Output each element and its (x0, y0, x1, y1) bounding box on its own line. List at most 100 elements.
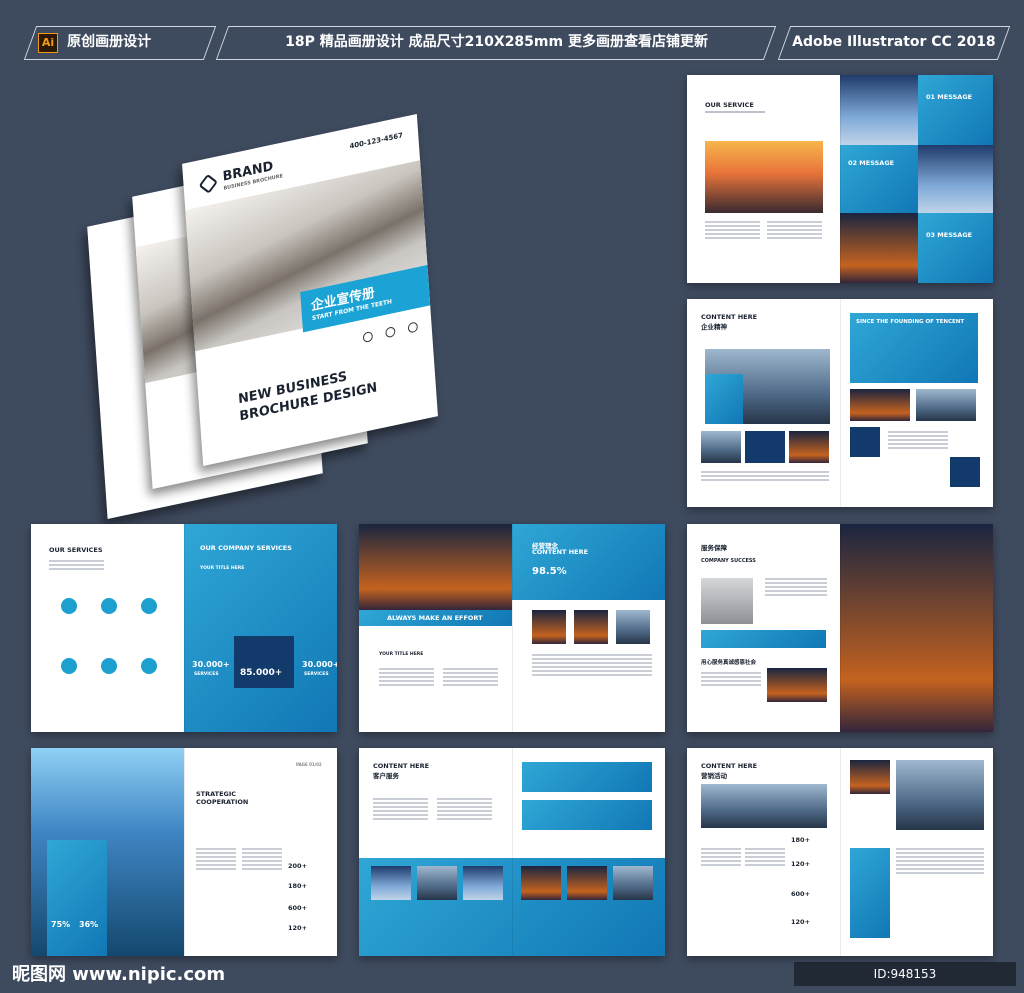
spread-business-philosophy: ALWAYS MAKE AN EFFORT YOUR TITLE HERE 经营… (359, 524, 665, 732)
value-1: 200+ (288, 862, 308, 870)
right-page: OUR COMPANY SERVICES YOUR TITLE HERE 85.… (184, 524, 337, 732)
message-label-3: 03 MESSAGE (926, 231, 973, 239)
header-right-text: Adobe Illustrator CC 2018 (792, 34, 996, 50)
night-city-photo (359, 524, 512, 610)
founding-block: SINCE THE FOUNDING OF TENCENT (850, 313, 978, 383)
header-right-box: Adobe Illustrator CC 2018 (777, 26, 1011, 60)
value-3: 600+ (791, 890, 811, 898)
right-page-aerial-photo (840, 524, 993, 732)
body-text (379, 668, 434, 688)
body-text (705, 221, 760, 241)
spread-cn-title: 客户服务 (373, 772, 399, 780)
location-bar (701, 630, 826, 648)
target-icon (850, 427, 880, 457)
city-photo (767, 668, 827, 702)
spread-our-services: OUR SERVICES OUR COMPANY SERVICES YOUR T… (31, 524, 337, 732)
body-text (242, 848, 282, 872)
spread-strategic-cooperation: 75% 36% PAGE 01/02 STRATEGIC COOPERATION… (31, 748, 337, 956)
value-2: 180+ (288, 882, 308, 890)
body-text (701, 848, 741, 868)
location-icon (362, 330, 374, 344)
body-text (767, 221, 822, 241)
spread-cn-title: 企业精神 (701, 323, 727, 331)
message-block-3: 03 MESSAGE (918, 213, 993, 283)
building-photo (896, 760, 984, 830)
watermark-logo: 昵图网 www.nipic.com (12, 964, 226, 985)
product-photo-2 (417, 866, 457, 900)
message-block-2: 02 MESSAGE (840, 145, 918, 213)
subtitle: YOUR TITLE HERE (379, 652, 424, 657)
caption-block (705, 374, 743, 424)
thumb-3 (789, 431, 829, 463)
product-photo-4 (521, 866, 561, 900)
product-photo-6 (613, 866, 653, 900)
left-page: 服务保障 COMPANY SUCCESS 用心服务真诚感恩社会 (687, 524, 840, 732)
product-photo-3 (463, 866, 503, 900)
header-center-text: 18P 精品画册设计 成品尺寸210X285mm 更多画册查看店铺更新 (284, 34, 708, 50)
body-text (701, 672, 761, 688)
stat-left-label: SERVICES (194, 672, 219, 677)
building-photo (701, 578, 753, 624)
ship-icon (950, 457, 980, 487)
value-4: 120+ (791, 918, 811, 926)
stat-right-label: SERVICES (304, 672, 329, 677)
spread-title: CONTENT HERE (701, 762, 758, 770)
value-1: 180+ (791, 836, 811, 844)
left-page: ALWAYS MAKE AN EFFORT YOUR TITLE HERE (359, 524, 512, 732)
spread-title: CONTENT HERE (701, 313, 758, 321)
spread-title: STRATEGIC COOPERATION (196, 790, 249, 806)
value-3: 600+ (288, 904, 308, 912)
body-text (437, 798, 492, 822)
hexagon-logo-icon (198, 173, 218, 194)
skyline-photo (701, 784, 827, 828)
value-4: 120+ (288, 924, 308, 932)
feature-block-2 (522, 800, 652, 830)
body-text (701, 471, 829, 483)
effort-banner: ALWAYS MAKE AN EFFORT (359, 610, 512, 626)
page-number: PAGE 01/02 (296, 762, 322, 767)
service-icon (101, 658, 117, 674)
illustrator-icon: Ai (38, 33, 58, 53)
service-icon (61, 658, 77, 674)
stat-right: 30.000+ (302, 660, 337, 669)
spread-title: OUR COMPANY SERVICES (200, 544, 292, 552)
thumb-photo (850, 760, 890, 794)
service-icon (141, 658, 157, 674)
body-text (196, 848, 236, 872)
left-page: CONTENT HERE 营销活动 180+ 120+ 600+ 120+ (687, 748, 840, 956)
body-text (532, 654, 652, 678)
service-icon (101, 598, 117, 614)
spread-title: CONTENT HERE (373, 762, 430, 770)
service-icon (141, 598, 157, 614)
left-page: CONTENT HERE 企业精神 (687, 299, 840, 507)
divider (705, 111, 765, 113)
thumb-1 (532, 610, 566, 644)
message-label-1: 01 MESSAGE (926, 93, 973, 101)
header-left-text: 原创画册设计 (67, 34, 152, 50)
spread-marketing: CONTENT HERE 营销活动 180+ 120+ 600+ 120+ (687, 748, 993, 956)
percent-value: 98.5% (532, 566, 567, 577)
value-2: 120+ (791, 860, 811, 868)
left-page: OUR SERVICE (687, 75, 840, 283)
product-photo-1 (371, 866, 411, 900)
spread-our-service: OUR SERVICE 01 MESSAGE 02 MESSAGE 03 MES… (687, 75, 993, 283)
thumb-1 (701, 431, 741, 463)
header-bar: 原创画册设计 Ai 18P 精品画册设计 成品尺寸210X285mm 更多画册查… (10, 26, 1014, 60)
stat-left: 30.000+ (192, 660, 230, 669)
image-id: ID:948153 NO:20220520154806620122 (794, 962, 1016, 993)
right-page: PAGE 01/02 STRATEGIC COOPERATION 200+ 18… (184, 748, 337, 956)
feature-block-1 (522, 762, 652, 792)
thumb-3 (616, 610, 650, 644)
cn-slogan: 用心服务真诚感恩社会 (701, 660, 757, 666)
city-photo-1 (850, 389, 910, 421)
founding-title: SINCE THE FOUNDING OF TENCENT (856, 319, 965, 325)
effort-text: ALWAYS MAKE AN EFFORT (387, 614, 483, 622)
stats-panel: 75% 36% (47, 840, 107, 956)
spread-service-guarantee: 服务保障 COMPANY SUCCESS 用心服务真诚感恩社会 (687, 524, 993, 732)
sunset-photo (705, 141, 823, 213)
right-page (840, 748, 993, 956)
product-photo-5 (567, 866, 607, 900)
body-text (373, 798, 428, 822)
body-text (49, 560, 104, 572)
spread-title: OUR SERVICE (705, 101, 754, 109)
